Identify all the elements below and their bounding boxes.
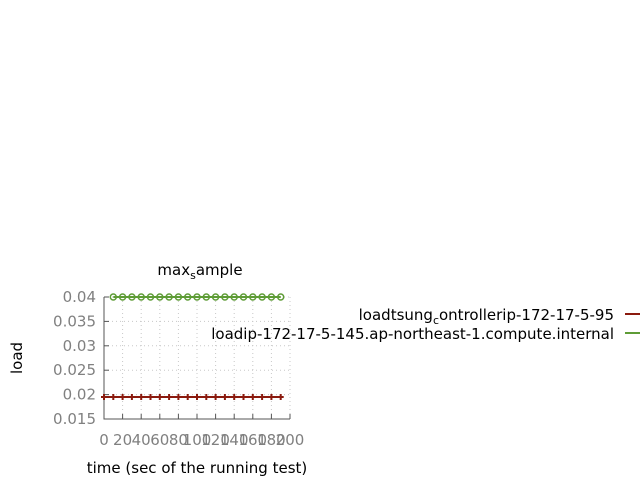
data-point: [194, 394, 200, 401]
chart: 0 20 40 60 801001201401601802000.0150.020.02…: [8, 261, 640, 477]
legend-part: ontrollerip-172-17-5-95: [439, 306, 614, 324]
data-point: [221, 394, 228, 401]
data-point: [268, 394, 275, 401]
legend-part: loadtsung: [359, 306, 433, 324]
x-tick-label: 40: [132, 431, 151, 449]
data-point: [110, 394, 117, 401]
tick-labels: 0 20 40 60 801001201401601802000.0150.020.02…: [53, 288, 304, 449]
y-axis-label: load: [8, 342, 26, 374]
y-tick-label: 0.04: [63, 288, 96, 306]
data-point: [128, 394, 135, 401]
y-tick-label: 0.02: [63, 386, 96, 404]
title-part: max: [157, 261, 190, 279]
y-tick-label: 0.03: [63, 337, 96, 355]
data-point: [212, 394, 219, 401]
data-point: [249, 394, 256, 401]
data-point: [277, 394, 284, 401]
x-tick-label: 60: [150, 431, 169, 449]
data-point: [156, 394, 163, 401]
legend-label-0: loadtsungcontrollerip-172-17-5-95: [359, 306, 614, 327]
legend-label-1: loadip-172-17-5-145.ap-northeast-1.compu…: [211, 325, 614, 343]
legend: loadtsungcontrollerip-172-17-5-95 loadip…: [211, 306, 640, 343]
x-axis-label: time (sec of the running test): [87, 459, 308, 477]
chart-title: maxsample: [157, 261, 242, 282]
y-tick-label: 0.015: [53, 410, 96, 428]
y-tick-label: 0.025: [53, 361, 96, 379]
y-tick-label: 0.035: [53, 312, 96, 330]
title-part: ample: [196, 261, 243, 279]
x-tick-label: 200: [276, 431, 305, 449]
legend-part: loadip-172-17-5-145.ap-northeast-1.compu…: [211, 325, 614, 343]
data-point: [184, 394, 191, 401]
data-point: [138, 394, 145, 401]
x-tick-label: 20: [113, 431, 132, 449]
series-group: [101, 293, 285, 401]
data-point: [240, 394, 247, 401]
x-tick-label: 0: [99, 431, 109, 449]
grid: [103, 296, 291, 420]
data-point: [166, 394, 173, 401]
